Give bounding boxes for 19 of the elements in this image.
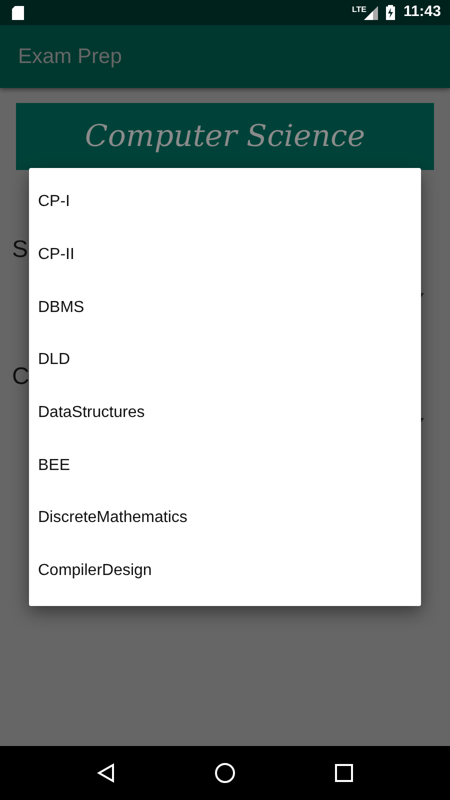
field-label: C — [12, 365, 30, 389]
battery-charging-icon — [386, 5, 396, 20]
subject-banner: Computer Science — [16, 103, 434, 170]
dropdown-item[interactable]: CP-II — [29, 228, 421, 282]
dropdown-item[interactable]: CP-I — [29, 176, 421, 229]
home-icon[interactable] — [214, 762, 236, 784]
network-label: LTE — [352, 4, 366, 16]
dropdown-item[interactable]: DBMS — [29, 281, 421, 334]
recents-icon[interactable] — [334, 764, 353, 782]
dropdown-item[interactable]: DiscreteMathematics — [29, 492, 421, 545]
dropdown-item[interactable]: BEE — [29, 439, 421, 492]
dropdown-item[interactable]: DLD — [29, 334, 421, 387]
dropdown-item[interactable]: DataStructures — [29, 386, 421, 440]
field-label: S — [12, 238, 28, 262]
clock: 11:43 — [403, 2, 441, 22]
app-title: Exam Prep — [18, 44, 122, 70]
back-icon[interactable] — [97, 763, 116, 783]
sd-card-icon — [12, 6, 24, 20]
dropdown-item[interactable]: CompilerDesign — [29, 544, 421, 598]
